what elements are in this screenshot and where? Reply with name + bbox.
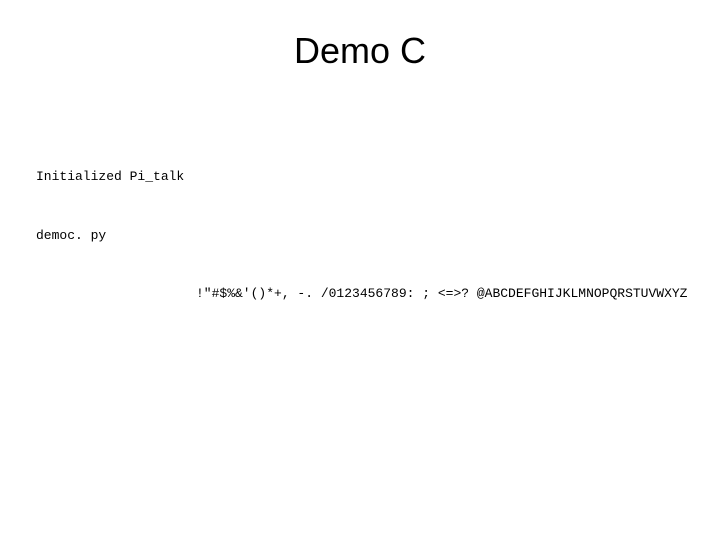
terminal-line-3: !"#$%&'()*+, -. /0123456789: ; <=>? @ABC… [36, 284, 684, 304]
terminal-line-1: Initialized Pi_talk [36, 167, 684, 187]
slide-title: Demo C [36, 30, 684, 72]
terminal-line-2: democ. py [36, 226, 684, 246]
terminal-output: Initialized Pi_talk democ. py !"#$%&'()*… [36, 128, 684, 343]
slide: Demo C Initialized Pi_talk democ. py !"#… [0, 0, 720, 540]
